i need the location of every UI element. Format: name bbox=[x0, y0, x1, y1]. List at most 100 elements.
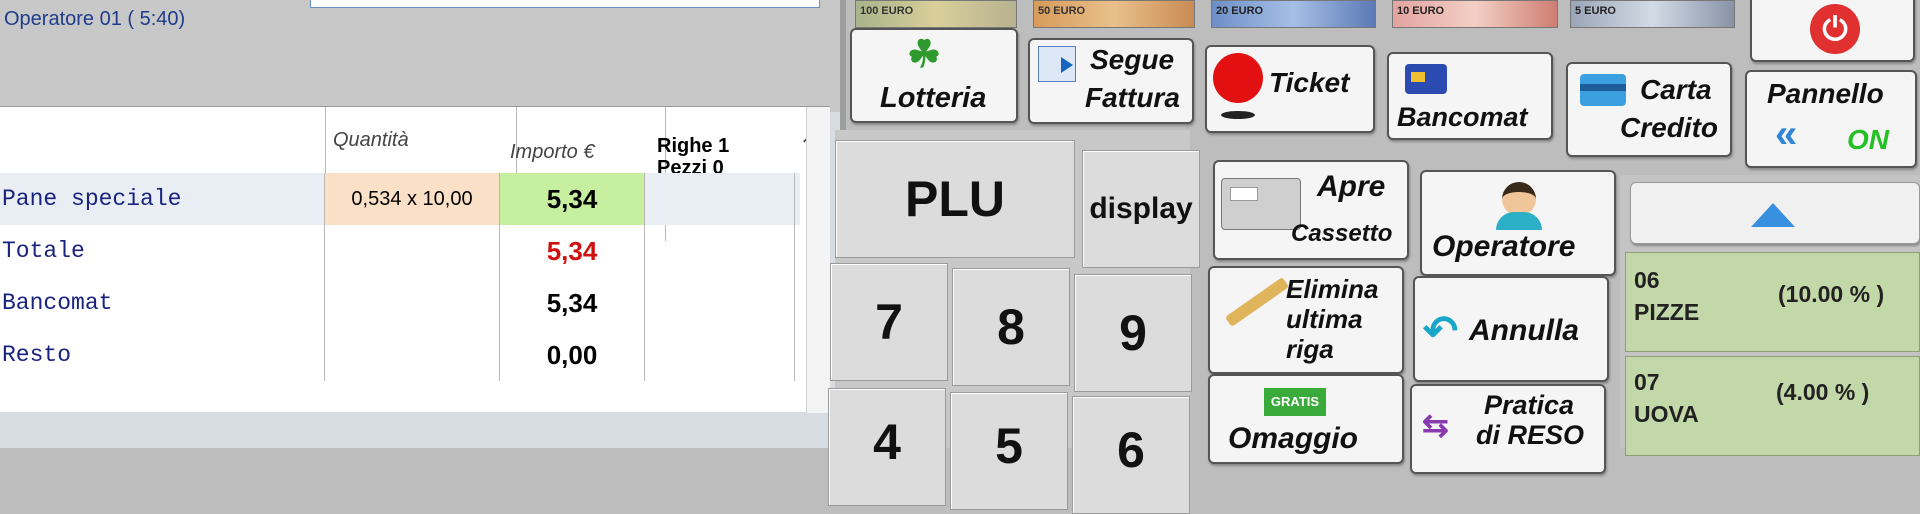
pratica-label: Pratica bbox=[1484, 390, 1575, 420]
bancomat-card-icon bbox=[1405, 64, 1447, 94]
table-row[interactable]: Pane speciale 0,534 x 10,00 5,34 bbox=[0, 173, 800, 225]
receipt-panel: Operatore 01 ( 5:40) Quantità Importo € … bbox=[0, 0, 840, 448]
table-row[interactable]: Totale 5,34 bbox=[0, 225, 800, 277]
triangle-up-icon bbox=[1751, 203, 1795, 227]
clover-icon: ☘ bbox=[907, 34, 942, 76]
department-code: 06 bbox=[1634, 267, 1660, 293]
carta-label: Carta bbox=[1640, 74, 1712, 105]
elimina-ultima-riga-button[interactable]: Elimina ultima riga bbox=[1208, 266, 1404, 374]
return-cart-icon: ⇆ bbox=[1422, 407, 1449, 443]
lotteria-label: Lotteria bbox=[880, 82, 987, 114]
omaggio-button[interactable]: GRATIS Omaggio bbox=[1208, 374, 1404, 464]
table-row[interactable]: Bancomat 5,34 bbox=[0, 277, 800, 329]
elimina-label: Elimina bbox=[1286, 274, 1379, 304]
department-vat: (10.00 % ) bbox=[1778, 281, 1885, 307]
department-06-button[interactable]: 06 (10.00 % ) PIZZE bbox=[1625, 252, 1920, 352]
description-column-header bbox=[0, 107, 326, 173]
eraser-icon bbox=[1224, 277, 1290, 327]
row-label: Bancomat bbox=[0, 277, 325, 329]
table-scrollbar[interactable] bbox=[806, 107, 830, 413]
credit-card-icon bbox=[1580, 74, 1626, 106]
bancomat-label: Bancomat bbox=[1397, 102, 1528, 132]
table-row[interactable]: Resto 0,00 bbox=[0, 329, 800, 381]
pannello-label: Pannello bbox=[1767, 78, 1884, 109]
row-label: Totale bbox=[0, 225, 325, 277]
plu-button[interactable]: PLU bbox=[835, 140, 1075, 258]
power-icon: ⏻ bbox=[1810, 4, 1860, 54]
department-07-button[interactable]: 07 (4.00 % ) UOVA bbox=[1625, 356, 1920, 456]
cassetto-label: Cassetto bbox=[1291, 220, 1393, 247]
invoice-icon bbox=[1038, 46, 1076, 82]
digit-5-button[interactable]: 5 bbox=[950, 392, 1068, 510]
row-quantity: 0,534 x 10,00 bbox=[325, 173, 500, 225]
pannello-state: ON bbox=[1847, 124, 1889, 155]
banknote-20-button[interactable]: 20 EURO bbox=[1211, 0, 1376, 28]
riga-label: riga bbox=[1286, 334, 1334, 364]
gratis-badge: GRATIS bbox=[1264, 388, 1326, 416]
operatore-label: Operatore bbox=[1432, 230, 1576, 263]
apre-cassetto-button[interactable]: Apre Cassetto bbox=[1213, 160, 1409, 260]
row-amount: 5,34 bbox=[500, 173, 645, 225]
row-amount: 5,34 bbox=[500, 277, 645, 329]
pratica-reso-button[interactable]: ⇆ Pratica di RESO bbox=[1410, 384, 1606, 474]
ticket-label: Ticket bbox=[1269, 67, 1350, 98]
display-button[interactable]: display bbox=[1082, 150, 1200, 268]
department-vat: (4.00 % ) bbox=[1776, 379, 1870, 405]
digit-9-button[interactable]: 9 bbox=[1074, 274, 1192, 392]
row-empty bbox=[645, 173, 795, 225]
banknote-100-button[interactable]: 100 EURO bbox=[855, 0, 1017, 28]
power-button[interactable]: ⏻ bbox=[1750, 0, 1915, 62]
row-label: Resto bbox=[0, 329, 325, 381]
lotteria-button[interactable]: ☘ Lotteria bbox=[850, 28, 1018, 123]
ticket-icon-base bbox=[1221, 111, 1255, 119]
row-label: Pane speciale bbox=[0, 173, 325, 225]
righe-count: Righe 1 bbox=[657, 135, 730, 157]
total-amount: 5,34 bbox=[500, 225, 645, 277]
row-empty bbox=[645, 277, 795, 329]
row-quantity bbox=[325, 225, 500, 277]
digit-7-button[interactable]: 7 bbox=[830, 263, 948, 381]
annulla-button[interactable]: ↶ Annulla bbox=[1413, 276, 1609, 382]
digit-4-button[interactable]: 4 bbox=[828, 388, 946, 506]
pannello-button[interactable]: Pannello « ON bbox=[1745, 70, 1917, 168]
row-empty bbox=[645, 225, 795, 277]
row-quantity bbox=[325, 277, 500, 329]
operator-label: Operatore 01 ( 5:40) bbox=[4, 8, 186, 30]
banknote-50-button[interactable]: 50 EURO bbox=[1033, 0, 1195, 28]
banknote-label: 100 EURO bbox=[860, 5, 914, 17]
undo-icon: ↶ bbox=[1423, 307, 1459, 354]
banknote-10-button[interactable]: 10 EURO bbox=[1392, 0, 1558, 28]
row-quantity bbox=[325, 329, 500, 381]
cash-register-icon bbox=[1221, 178, 1301, 230]
row-amount: 0,00 bbox=[500, 329, 645, 381]
digit-6-button[interactable]: 6 bbox=[1072, 396, 1190, 514]
fattura-label: Fattura bbox=[1085, 82, 1180, 113]
row-empty bbox=[645, 329, 795, 381]
receipt-table: Quantità Importo € Righe 1 Pezzi 0 ⌃ Pan… bbox=[0, 106, 830, 413]
ticket-button[interactable]: Ticket bbox=[1205, 45, 1375, 133]
di-reso-label: di RESO bbox=[1476, 420, 1585, 450]
carta-credito-button[interactable]: Carta Credito bbox=[1566, 62, 1732, 157]
banknote-label: 50 EURO bbox=[1038, 5, 1086, 17]
elimina-label-group: Elimina ultima riga bbox=[1286, 274, 1378, 364]
double-chevron-left-icon: « bbox=[1775, 112, 1798, 156]
digit-8-button[interactable]: 8 bbox=[952, 268, 1070, 386]
credito-label: Credito bbox=[1620, 112, 1718, 143]
department-scroll-up-button[interactable] bbox=[1630, 182, 1920, 244]
banknote-label: 20 EURO bbox=[1216, 5, 1264, 17]
banknote-label: 5 EURO bbox=[1575, 5, 1616, 17]
department-name: UOVA bbox=[1634, 401, 1699, 427]
department-name: PIZZE bbox=[1634, 299, 1700, 325]
bancomat-button[interactable]: Bancomat bbox=[1387, 52, 1553, 140]
operator-icon-body bbox=[1496, 212, 1542, 230]
annulla-label: Annulla bbox=[1469, 314, 1579, 347]
apre-label: Apre bbox=[1317, 170, 1386, 203]
ticket-icon bbox=[1213, 53, 1263, 103]
ultima-label: ultima bbox=[1286, 304, 1363, 334]
segue-fattura-button[interactable]: Segue Fattura bbox=[1028, 38, 1194, 124]
banknote-5-button[interactable]: 5 EURO bbox=[1570, 0, 1735, 28]
barcode-input[interactable] bbox=[310, 0, 820, 8]
omaggio-label: Omaggio bbox=[1228, 422, 1359, 455]
operatore-button[interactable]: Operatore bbox=[1420, 170, 1616, 276]
banknote-label: 10 EURO bbox=[1397, 5, 1445, 17]
